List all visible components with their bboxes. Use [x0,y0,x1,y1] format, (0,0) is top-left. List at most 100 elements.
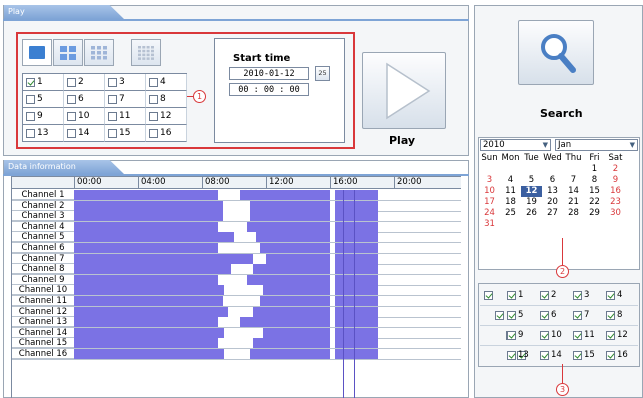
search-channel-checkbox-2[interactable]: 2 [540,290,556,300]
calendar-day[interactable]: 30 [605,208,626,219]
calendar-day[interactable]: 31 [479,219,500,230]
search-button[interactable] [518,20,594,85]
checkbox-icon[interactable] [67,94,76,104]
calendar-day[interactable]: 6 [542,175,563,186]
channel-checkbox-6[interactable]: 6 [64,91,105,108]
search-channel-checkbox-13[interactable]: 13 [507,350,529,360]
layout-9-button[interactable] [84,39,114,66]
calendar-day[interactable]: 24 [479,208,500,219]
play-tab[interactable]: Play [4,5,124,19]
calendar-day[interactable]: 3 [479,175,500,186]
search-channel-checkbox-8[interactable]: 8 [606,310,622,320]
checkbox-icon[interactable] [26,94,35,104]
search-channel-checkbox-1[interactable]: 1 [507,290,523,300]
calendar-day[interactable]: 18 [500,197,521,208]
channel-checkbox-15[interactable]: 15 [105,125,146,142]
channel-checkbox-5[interactable]: 5 [23,91,64,108]
checkbox-icon[interactable] [149,94,158,104]
calendar-day[interactable]: 20 [542,197,563,208]
calendar-day[interactable]: 29 [584,208,605,219]
checkbox-icon[interactable] [108,94,117,104]
checkbox-icon[interactable] [507,350,516,360]
calendar-day[interactable]: 2 [605,164,626,175]
calendar-day[interactable]: 16 [605,186,626,197]
search-channel-checkbox-15[interactable]: 15 [573,350,595,360]
checkbox-icon[interactable] [573,310,582,320]
calendar-day[interactable]: 13 [542,186,563,197]
checkbox-icon[interactable] [606,290,615,300]
calendar-day[interactable]: 1 [584,164,605,175]
calendar-day[interactable]: 5 [521,175,542,186]
channel-checkbox-2[interactable]: 2 [64,74,105,91]
search-channel-checkbox-4[interactable]: 4 [606,290,622,300]
channel-checkbox-13[interactable]: 13 [23,125,64,142]
calendar-day[interactable]: 12 [521,186,542,197]
checkbox-icon[interactable] [108,111,117,121]
calendar-day[interactable]: 21 [563,197,584,208]
calendar-day[interactable]: 28 [563,208,584,219]
checkbox-icon[interactable] [108,128,117,138]
play-button[interactable] [362,52,446,129]
search-channel-checkbox-9[interactable]: 9 [507,330,523,340]
checkbox-icon[interactable] [540,350,549,360]
calendar-day[interactable]: 25 [500,208,521,219]
search-channel-checkbox-7[interactable]: 7 [573,310,589,320]
channel-checkbox-4[interactable]: 4 [146,74,187,91]
calendar-button[interactable]: 25 [315,66,330,81]
checkbox-icon[interactable] [573,330,582,340]
calendar-day[interactable]: 11 [500,186,521,197]
calendar-day[interactable]: 4 [500,175,521,186]
channel-checkbox-7[interactable]: 7 [105,91,146,108]
channel-checkbox-16[interactable]: 16 [146,125,187,142]
calendar-day[interactable]: 8 [584,175,605,186]
checkbox-icon[interactable] [149,77,158,87]
checkbox-icon[interactable] [573,350,582,360]
search-channel-checkbox-16[interactable]: 16 [606,350,628,360]
calendar-day[interactable]: 27 [542,208,563,219]
checkbox-icon[interactable] [26,128,35,138]
calendar-day[interactable]: 10 [479,186,500,197]
checkbox-icon[interactable] [540,330,549,340]
calendar-day[interactable]: 26 [521,208,542,219]
search-channel-checkbox-5[interactable]: 5 [507,310,523,320]
channel-checkbox-11[interactable]: 11 [105,108,146,125]
checkbox-icon[interactable] [606,350,615,360]
row-select-all-checkbox[interactable] [495,311,504,320]
checkbox-icon[interactable] [507,310,516,320]
checkbox-icon[interactable] [540,310,549,320]
layout-4-button[interactable] [53,39,83,66]
calendar-day[interactable]: 23 [605,197,626,208]
checkbox-icon[interactable] [606,330,615,340]
calendar-day[interactable]: 15 [584,186,605,197]
calendar-day[interactable]: 19 [521,197,542,208]
checkbox-icon[interactable] [507,330,516,340]
data-info-tab[interactable]: Data information [4,160,124,174]
month-select[interactable]: Jan ▼ [555,139,638,151]
calendar-day[interactable]: 7 [563,175,584,186]
calendar-day[interactable]: 22 [584,197,605,208]
start-time-input[interactable]: 00 : 00 : 00 [229,83,309,96]
calendar-day[interactable]: 9 [605,175,626,186]
layout-1-button[interactable] [22,39,52,66]
search-channel-checkbox-3[interactable]: 3 [573,290,589,300]
checkbox-icon[interactable] [149,128,158,138]
checkbox-icon[interactable] [26,111,35,121]
search-channel-checkbox-14[interactable]: 14 [540,350,562,360]
checkbox-icon[interactable] [26,77,35,87]
start-date-input[interactable]: 2010-01-12 [229,67,309,80]
checkbox-icon[interactable] [507,290,516,300]
channel-checkbox-1[interactable]: 1 [23,74,64,91]
channel-checkbox-12[interactable]: 12 [146,108,187,125]
channel-checkbox-8[interactable]: 8 [146,91,187,108]
checkbox-icon[interactable] [149,111,158,121]
checkbox-icon[interactable] [540,290,549,300]
channel-checkbox-9[interactable]: 9 [23,108,64,125]
checkbox-icon[interactable] [67,77,76,87]
layout-16-button[interactable] [131,39,161,66]
calendar-day[interactable]: 17 [479,197,500,208]
checkbox-icon[interactable] [67,111,76,121]
channel-checkbox-3[interactable]: 3 [105,74,146,91]
search-channel-checkbox-10[interactable]: 10 [540,330,562,340]
channel-checkbox-14[interactable]: 14 [64,125,105,142]
year-select[interactable]: 2010 ▼ [480,139,551,151]
